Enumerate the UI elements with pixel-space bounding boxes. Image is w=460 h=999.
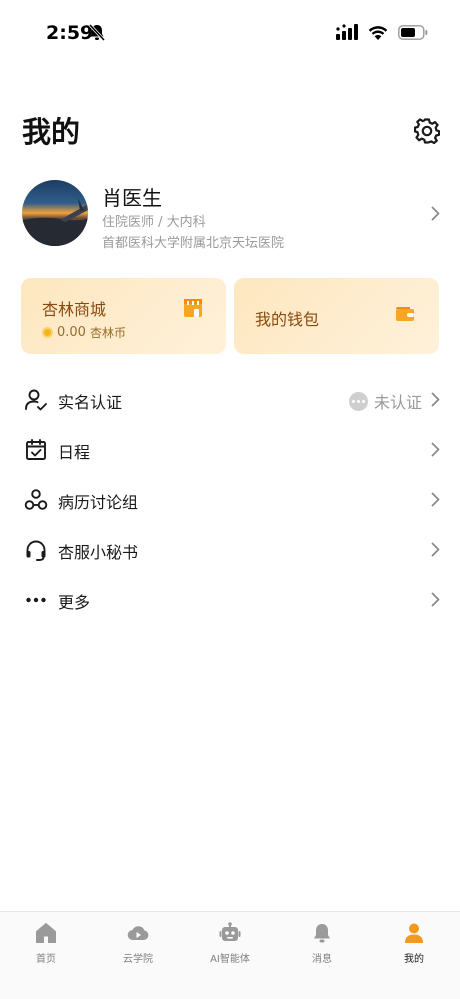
shop-icon bbox=[183, 298, 203, 322]
page-title: 我的 bbox=[22, 115, 81, 149]
tab-label: 消息 bbox=[312, 954, 332, 965]
verification-status-text: 未认证 bbox=[373, 393, 422, 412]
home-icon bbox=[35, 922, 57, 944]
chevron-right-icon bbox=[431, 542, 440, 561]
bell-icon bbox=[311, 922, 333, 944]
profile-hospital: 首都医科大学附属北京天坛医院 bbox=[102, 236, 285, 251]
cloud-play-icon bbox=[127, 922, 149, 944]
bell-muted-icon bbox=[88, 23, 106, 46]
menu-label: 实名认证 bbox=[58, 393, 123, 412]
profile-name: 肖医生 bbox=[102, 186, 162, 210]
person-icon bbox=[403, 922, 425, 944]
coin-balance: 0.00 杏林币 bbox=[42, 324, 126, 341]
tab-label: 我的 bbox=[404, 954, 424, 965]
mall-card-title: 杏林商城 bbox=[42, 300, 107, 319]
more-dots-icon bbox=[348, 391, 368, 411]
tab-bar: 首页 云学院 AI智能体 消息 我的 bbox=[0, 911, 460, 999]
menu-item-verification[interactable]: 实名认证 未认证 bbox=[22, 375, 440, 425]
wallet-icon bbox=[395, 306, 415, 326]
verification-status: 未认证 bbox=[348, 389, 422, 413]
menu-label: 更多 bbox=[58, 593, 91, 612]
battery-icon bbox=[398, 24, 428, 44]
status-bar: 2:59 bbox=[0, 0, 460, 60]
menu-item-assistant[interactable]: 杏服小秘书 bbox=[22, 525, 440, 575]
robot-icon bbox=[219, 922, 241, 944]
menu-item-schedule[interactable]: 日程 bbox=[22, 425, 440, 475]
tab-mine[interactable]: 我的 bbox=[368, 912, 460, 972]
chevron-right-icon bbox=[431, 206, 440, 225]
tab-home[interactable]: 首页 bbox=[0, 912, 92, 972]
mall-card[interactable]: 杏林商城 0.00 杏林币 bbox=[21, 278, 226, 354]
profile-row[interactable]: 肖医生 住院医师 / 大内科 首都医科大学附属北京天坛医院 bbox=[22, 180, 440, 251]
coin-amount: 0.00 bbox=[57, 325, 86, 340]
more-dots-icon bbox=[24, 588, 48, 612]
chevron-right-icon bbox=[431, 592, 440, 611]
tab-cloud-academy[interactable]: 云学院 bbox=[92, 912, 184, 972]
menu-label: 杏服小秘书 bbox=[58, 543, 139, 562]
calendar-check-icon bbox=[24, 438, 48, 462]
avatar bbox=[22, 180, 88, 246]
signal-icon bbox=[336, 24, 358, 44]
chevron-right-icon bbox=[431, 442, 440, 461]
wallet-card-title: 我的钱包 bbox=[255, 310, 320, 329]
profile-title: 住院医师 / 大内科 bbox=[102, 215, 206, 230]
tab-label: 首页 bbox=[36, 954, 56, 965]
coin-icon bbox=[42, 327, 53, 338]
menu-label: 日程 bbox=[58, 443, 91, 462]
tab-ai-agent[interactable]: AI智能体 bbox=[184, 912, 276, 972]
menu-item-more[interactable]: 更多 bbox=[22, 575, 440, 625]
user-verify-icon bbox=[24, 388, 48, 412]
wifi-icon bbox=[368, 25, 388, 44]
cards-row: 杏林商城 0.00 杏林币 我的钱包 bbox=[21, 278, 439, 354]
tab-label: 云学院 bbox=[123, 954, 153, 965]
tab-label: AI智能体 bbox=[210, 954, 250, 965]
status-time: 2:59 bbox=[46, 22, 94, 44]
page-header: 我的 bbox=[22, 112, 441, 152]
chevron-right-icon bbox=[431, 492, 440, 511]
menu-list: 实名认证 未认证 日程 病历讨论组 杏服小秘书 更多 bbox=[22, 375, 440, 625]
menu-label: 病历讨论组 bbox=[58, 493, 139, 512]
wallet-card[interactable]: 我的钱包 bbox=[234, 278, 439, 354]
headset-icon bbox=[24, 538, 48, 562]
menu-item-case-discussion[interactable]: 病历讨论组 bbox=[22, 475, 440, 525]
status-right-group bbox=[336, 24, 428, 44]
gear-icon bbox=[413, 118, 441, 148]
coin-unit: 杏林币 bbox=[89, 326, 126, 340]
group-nodes-icon bbox=[24, 488, 48, 512]
tab-messages[interactable]: 消息 bbox=[276, 912, 368, 972]
chevron-right-icon bbox=[431, 392, 440, 411]
settings-button[interactable] bbox=[413, 118, 441, 145]
